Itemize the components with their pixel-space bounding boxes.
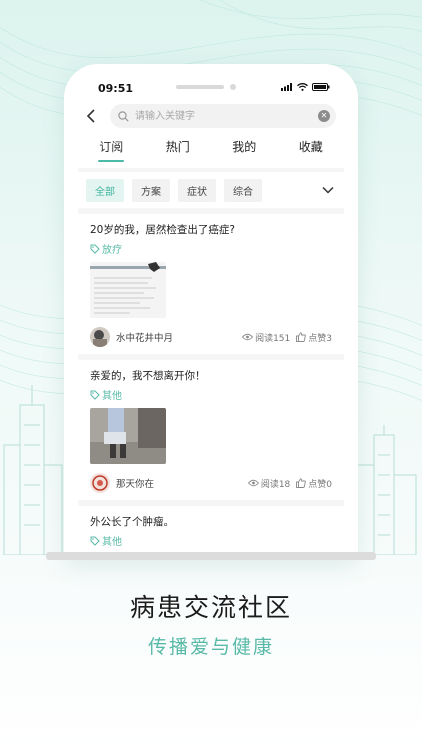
thumbs-up-icon: [296, 332, 307, 342]
filter-all[interactable]: 全部: [86, 178, 124, 202]
tab-hot[interactable]: 热门: [166, 138, 190, 161]
post-meta: 水中花井中月 阅读151 点赞3: [90, 326, 332, 348]
read-count-label: 阅读151: [255, 333, 291, 344]
search-icon: [118, 110, 129, 122]
post-image[interactable]: [90, 408, 166, 464]
avatar[interactable]: [90, 327, 110, 347]
clear-icon[interactable]: ✕: [318, 110, 330, 122]
tag-icon: [90, 536, 100, 546]
speaker-notch: [176, 85, 224, 89]
read-count-label: 阅读18: [260, 479, 291, 490]
city-skyline-right: [355, 425, 417, 555]
status-bar: 09:51: [78, 78, 344, 100]
read-count: 阅读151: [242, 331, 290, 344]
like-count[interactable]: 点赞0: [296, 477, 332, 490]
signal-icon: [281, 83, 292, 91]
post-tag-label: 其他: [102, 391, 122, 402]
filter-plan[interactable]: 方案: [132, 178, 170, 202]
camera-dot: [230, 84, 236, 90]
post-title: 亲爱的，我不想离开你！: [90, 370, 206, 382]
status-icons: [281, 83, 330, 91]
search-input[interactable]: [133, 109, 287, 123]
battery-icon: [312, 83, 330, 91]
tab-subscribe[interactable]: 订阅: [98, 138, 125, 162]
like-count-label: 点赞3: [308, 333, 332, 344]
status-time: 09:51: [98, 82, 134, 95]
tag-icon: [90, 390, 100, 400]
search-row: ✕: [78, 100, 344, 132]
eye-icon: [242, 333, 254, 341]
post-title: 外公长了个肿瘤。: [90, 516, 174, 528]
eye-icon: [247, 479, 259, 487]
post-title: 20岁的我，居然检查出了癌症?: [90, 224, 235, 236]
like-count[interactable]: 点赞3: [296, 331, 332, 344]
filter-general[interactable]: 综合: [224, 178, 262, 202]
author-name[interactable]: 水中花井中月: [116, 330, 173, 344]
search-box[interactable]: ✕: [110, 104, 336, 128]
post-tag[interactable]: 其他: [90, 533, 332, 548]
wifi-icon: [297, 83, 308, 91]
chevron-down-icon[interactable]: [322, 186, 336, 194]
phone-frame: 09:51 ✕ 订阅 热门 我的 收藏: [64, 64, 358, 560]
phone-bottom-edge: [46, 552, 376, 560]
post-stats: 阅读151 点赞3: [242, 331, 332, 344]
tag-icon: [90, 244, 100, 254]
read-count: 阅读18: [247, 477, 291, 490]
tab-bar: 订阅 热门 我的 收藏: [78, 132, 344, 168]
post-tag[interactable]: 其他: [90, 387, 332, 402]
thumbs-up-icon: [296, 478, 307, 488]
post-stats: 阅读18 点赞0: [247, 477, 332, 490]
post-tag-label: 其他: [102, 537, 122, 548]
app-screen: 09:51 ✕ 订阅 热门 我的 收藏: [78, 78, 344, 560]
tab-favorites[interactable]: 收藏: [299, 138, 323, 161]
filter-bar: 全部 方案 症状 综合: [78, 172, 344, 208]
back-arrow-icon[interactable]: [86, 108, 102, 124]
post-card[interactable]: 20岁的我，居然检查出了癌症? 放疗 水中花井中月 阅读151 点赞3: [78, 214, 344, 354]
avatar[interactable]: [90, 473, 110, 493]
post-tag[interactable]: 放疗: [90, 241, 332, 256]
post-tag-label: 放疗: [102, 245, 122, 256]
city-skyline-left: [3, 385, 63, 555]
like-count-label: 点赞0: [308, 479, 332, 490]
post-image[interactable]: [90, 262, 166, 318]
post-meta: 那天你在 阅读18 点赞0: [90, 472, 332, 494]
post-card[interactable]: 亲爱的，我不想离开你！ 其他 那天你在 阅读18 点赞0: [78, 360, 344, 500]
promo-heading: 病患交流社区: [129, 593, 292, 622]
tab-mine[interactable]: 我的: [232, 138, 256, 161]
author-name[interactable]: 那天你在: [116, 476, 154, 490]
promo-subheading: 传播爱与健康: [147, 636, 274, 658]
filter-symptom[interactable]: 症状: [178, 178, 216, 202]
